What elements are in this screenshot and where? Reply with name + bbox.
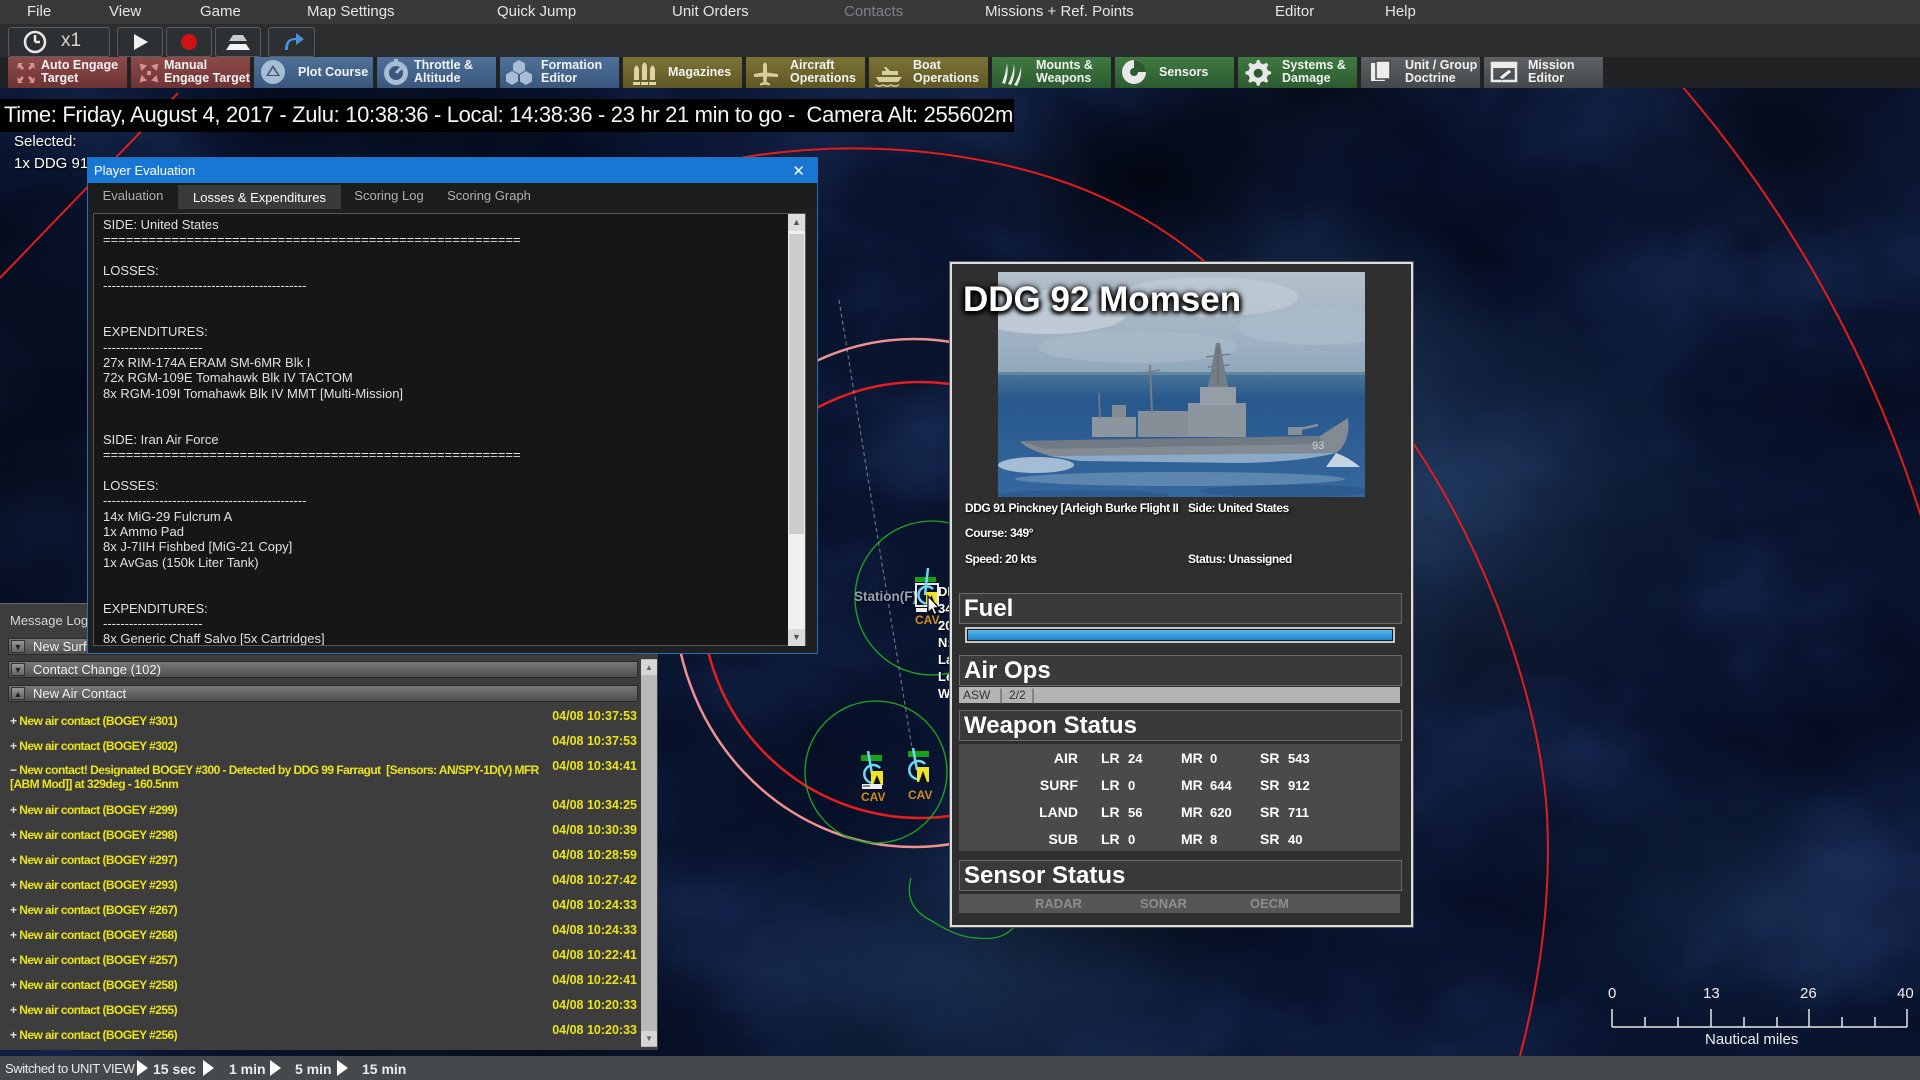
svg-text:93: 93 bbox=[1312, 440, 1324, 452]
